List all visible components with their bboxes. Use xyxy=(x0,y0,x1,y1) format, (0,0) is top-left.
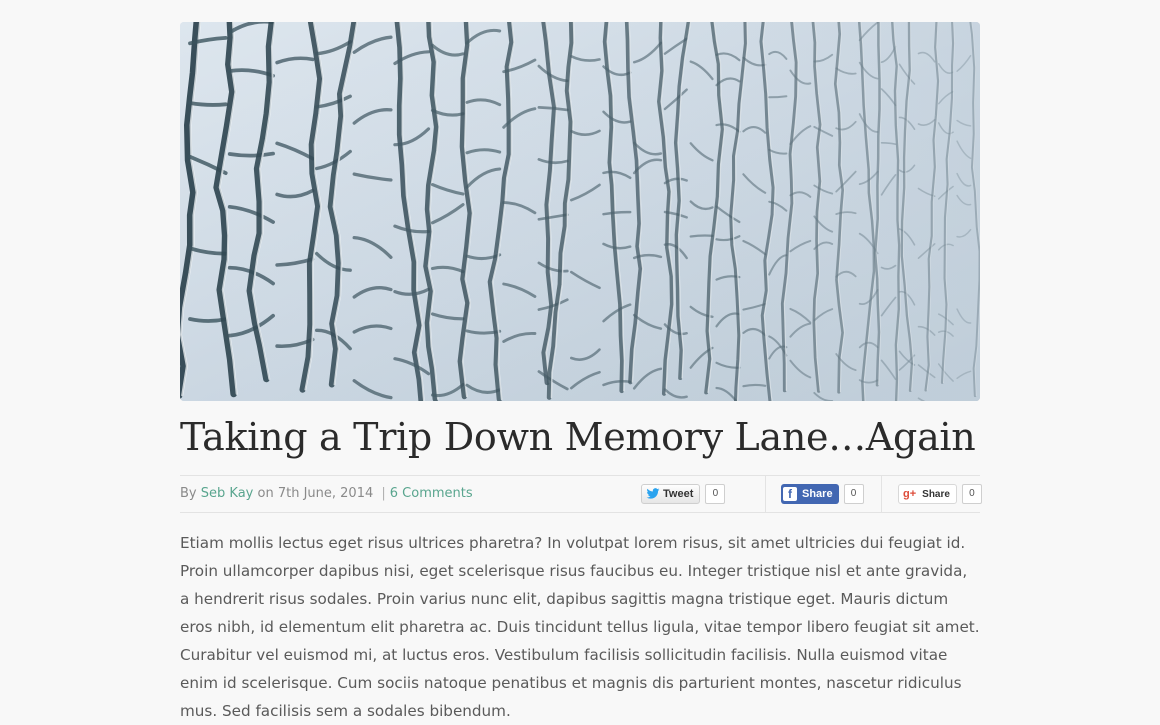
comments-link[interactable]: 6 Comments xyxy=(390,486,473,501)
twitter-bird-icon xyxy=(646,488,660,499)
by-label: By xyxy=(180,486,197,501)
tweet-count: 0 xyxy=(705,484,726,504)
twitter-share: Tweet 0 xyxy=(641,476,726,512)
blog-post: Taking a Trip Down Memory Lane…Again By … xyxy=(180,22,982,725)
tweet-button[interactable]: Tweet xyxy=(641,484,701,504)
facebook-share-label: Share xyxy=(802,488,833,500)
google-plus-share-button[interactable]: g+ Share xyxy=(898,484,957,504)
facebook-share-button[interactable]: f Share xyxy=(781,484,839,504)
google-plus-share: g+ Share 0 xyxy=(898,476,982,512)
google-plus-icon: g+ xyxy=(903,488,917,500)
on-label: on xyxy=(257,486,274,501)
facebook-share-count: 0 xyxy=(843,484,864,504)
post-title: Taking a Trip Down Memory Lane…Again xyxy=(180,415,976,459)
hero-image xyxy=(180,22,980,401)
share-divider xyxy=(881,476,882,512)
byline: By Seb Kay on 7th June, 2014 | 6 Comments xyxy=(180,486,473,501)
meta-separator: | xyxy=(381,486,386,501)
share-divider xyxy=(765,476,766,512)
google-plus-share-count: 0 xyxy=(961,484,982,504)
post-date: 7th June, 2014 xyxy=(277,486,374,501)
post-body: Etiam mollis lectus eget risus ultrices … xyxy=(180,534,980,720)
author-link[interactable]: Seb Kay xyxy=(201,486,254,501)
google-plus-share-label: Share xyxy=(922,488,950,500)
facebook-f-icon: f xyxy=(783,487,797,501)
facebook-share: f Share 0 xyxy=(781,476,864,512)
cracked-glass-photo xyxy=(180,22,980,401)
tweet-label: Tweet xyxy=(663,488,694,500)
post-meta-bar: By Seb Kay on 7th June, 2014 | 6 Comments… xyxy=(180,475,982,513)
